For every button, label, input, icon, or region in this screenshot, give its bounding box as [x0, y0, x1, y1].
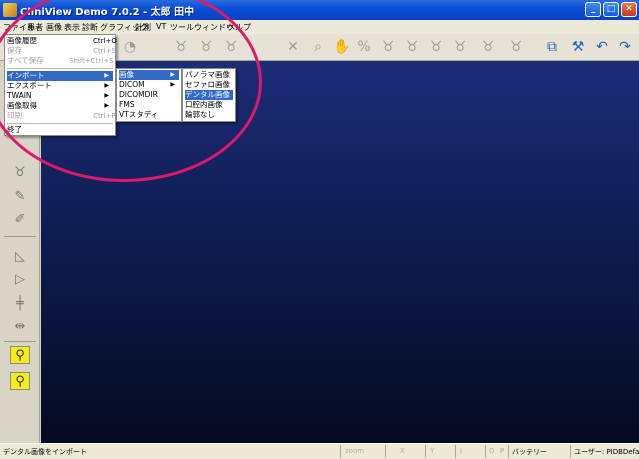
status-battery: バッテリー: [512, 448, 547, 456]
implant-icon[interactable]: ⚒: [569, 39, 587, 55]
status-separator: [570, 445, 571, 458]
menu-item-twain[interactable]: TWAIN ▶: [7, 91, 113, 101]
app-icon[interactable]: [3, 3, 17, 17]
menu-item-exit[interactable]: 終了: [7, 125, 113, 135]
menu-item-acquire[interactable]: 画像取得 ▶: [7, 101, 113, 111]
submenu-item-dental[interactable]: デンタル画像: [185, 90, 233, 100]
menu-help[interactable]: ヘルプ: [227, 22, 251, 33]
status-i: I: [460, 447, 463, 455]
status-separator: [455, 445, 456, 458]
submenu-item-dicom[interactable]: DICOM ▶: [119, 80, 179, 90]
submenu-item-vt-study[interactable]: VTスタディ: [119, 110, 179, 120]
menu-patient[interactable]: 患者: [27, 22, 43, 33]
tooth-icon[interactable]: ♉: [507, 39, 525, 55]
status-separator: [508, 445, 509, 458]
import-submenu: 画像 ▶ DICOM ▶ DICOMDIR FMS VTスタディ: [116, 68, 182, 122]
redo-icon[interactable]: ↷: [616, 39, 634, 55]
image-type-submenu: パノラマ画像 セファロ画像 デンタル画像 口腔内画像 輪郭なし: [182, 68, 236, 122]
file-menu: 画像履歴 Ctrl+O 保存 Ctrl+S すべて保存 Shift+Ctrl+S イン…: [4, 34, 117, 136]
submenu-item-image[interactable]: 画像 ▶: [119, 70, 179, 80]
menu-item-import[interactable]: インポート ▶: [7, 71, 113, 81]
menu-diagnosis[interactable]: 診断: [82, 22, 98, 33]
submenu-item-no-outline[interactable]: 輪郭なし: [185, 110, 233, 120]
zoom-icon[interactable]: ⌕: [309, 39, 327, 55]
window-title: CliniView Demo 7.0.2 - 太郎 田中: [20, 7, 195, 18]
tooth-icon[interactable]: ♉: [222, 39, 240, 55]
submenu-item-dicomdir[interactable]: DICOMDIR: [119, 90, 179, 100]
angle-icon[interactable]: ◺: [10, 248, 30, 266]
status-p: P: [500, 447, 505, 455]
drawing-icon[interactable]: ✐: [10, 211, 30, 229]
menu-measure[interactable]: 計測: [135, 22, 151, 33]
title-bar: CliniView Demo 7.0.2 - 太郎 田中 _ □ ✕: [0, 0, 639, 20]
status-separator: [340, 445, 341, 458]
menu-separator: [7, 68, 113, 69]
status-y: Y: [430, 447, 435, 455]
status-o: O: [489, 447, 495, 455]
status-separator: [425, 445, 426, 458]
submenu-item-cephalo[interactable]: セファロ画像: [185, 80, 233, 90]
implant-yellow-icon[interactable]: ⚲: [10, 346, 30, 364]
status-separator: [485, 445, 486, 458]
open-icon[interactable]: ◔: [121, 39, 139, 55]
menu-tools[interactable]: ツール: [170, 22, 194, 33]
distance-icon[interactable]: ⇹: [10, 318, 30, 336]
menu-item-save[interactable]: 保存 Ctrl+S: [7, 46, 116, 56]
maximize-button[interactable]: □: [603, 2, 619, 17]
status-user: ユーザー: PIDBDefault: [574, 448, 639, 456]
menu-item-export[interactable]: エクスポート ▶: [7, 81, 113, 91]
tooth-icon[interactable]: ♉: [427, 39, 445, 55]
tooth-icon[interactable]: ♉: [379, 39, 397, 55]
status-zoom: zoom: [345, 447, 365, 455]
close-button[interactable]: ✕: [621, 2, 637, 17]
triangle-icon[interactable]: ▷: [10, 271, 30, 289]
tooth-icon[interactable]: ♉: [10, 164, 30, 182]
scan-icon[interactable]: ✎: [10, 188, 30, 206]
tooth-icon[interactable]: ♉: [197, 39, 215, 55]
tooth-icon[interactable]: ♉: [403, 39, 421, 55]
compare-icon[interactable]: ⧉: [543, 39, 561, 55]
ruler-icon[interactable]: ╪: [10, 295, 30, 313]
status-separator: [385, 445, 386, 458]
status-x: X: [400, 447, 405, 455]
menu-item-image-history[interactable]: 画像履歴 Ctrl+O: [7, 36, 117, 46]
tooth-icon[interactable]: ♉: [451, 39, 469, 55]
menu-vt[interactable]: VT: [156, 22, 166, 31]
submenu-item-panoramic[interactable]: パノラマ画像: [185, 70, 233, 80]
menu-image[interactable]: 画像: [46, 22, 62, 33]
undo-icon[interactable]: ↶: [593, 39, 611, 55]
menu-view[interactable]: 表示: [64, 22, 80, 33]
status-message: デンタル画像をインポート: [3, 448, 87, 456]
submenu-item-intraoral[interactable]: 口腔内画像: [185, 100, 233, 110]
tooth-icon[interactable]: ♉: [479, 39, 497, 55]
menu-item-save-all[interactable]: すべて保存 Shift+Ctrl+S: [7, 56, 114, 66]
tooth-icon[interactable]: ♉: [172, 39, 190, 55]
divider: [4, 236, 36, 237]
menu-separator: [7, 123, 113, 124]
fit-icon[interactable]: ✕: [284, 39, 302, 55]
implant-yellow-icon[interactable]: ⚲: [10, 372, 30, 390]
status-bar: デンタル画像をインポート zoom X Y I O P バッテリー ユーザー: …: [0, 443, 639, 459]
magnify-icon[interactable]: %: [355, 39, 373, 55]
submenu-item-fms[interactable]: FMS: [119, 100, 179, 110]
divider: [4, 341, 36, 342]
menu-item-print[interactable]: 印刷 Ctrl+P: [7, 111, 116, 121]
menu-bar: ファイル 患者 画像 表示 診断 グラフィック 計測 VT ツール ウィンドウ …: [0, 20, 639, 34]
pan-icon[interactable]: ✋: [333, 39, 351, 55]
minimize-button[interactable]: _: [585, 2, 601, 17]
